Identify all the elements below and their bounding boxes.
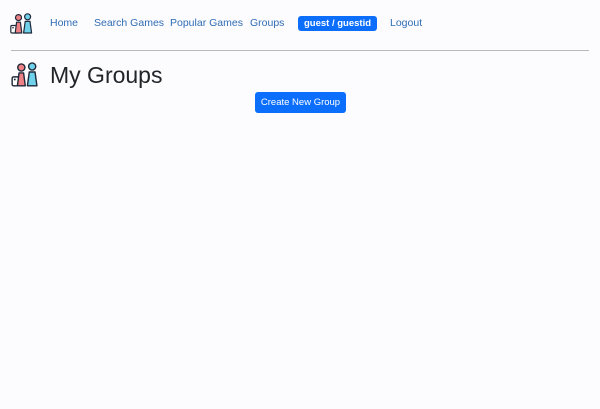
user-badge[interactable]: guest / guestid [298,16,378,31]
board-game-pieces-icon[interactable] [10,13,34,34]
header-divider [11,50,589,51]
nav-link-logout[interactable]: Logout [390,17,422,29]
nav-link-home[interactable]: Home [50,17,78,29]
board-game-pieces-icon [10,62,41,87]
page-title: My Groups [50,62,163,88]
nav-link-groups[interactable]: Groups [250,17,284,29]
top-navbar: Home Search Games Popular Games Groups g… [0,0,600,48]
nav-link-popular-games[interactable]: Popular Games [170,17,243,29]
nav-link-search-games[interactable]: Search Games [94,17,164,29]
create-new-group-button[interactable]: Create New Group [255,92,346,113]
page: Home Search Games Popular Games Groups g… [0,0,600,409]
